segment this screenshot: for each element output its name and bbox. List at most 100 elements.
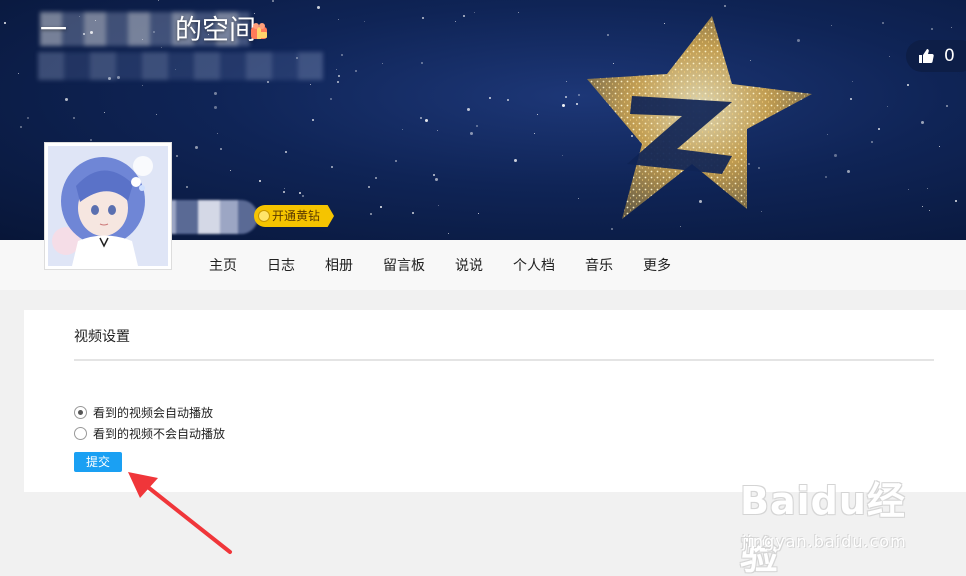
star-dot xyxy=(946,105,948,107)
star-dot xyxy=(433,174,435,176)
nav-home[interactable]: 主页 xyxy=(209,240,237,290)
star-dot xyxy=(474,12,475,13)
radio-autoplay-off[interactable] xyxy=(74,427,87,440)
star-dot xyxy=(882,22,884,24)
nav-message-board[interactable]: 留言板 xyxy=(383,240,425,290)
star-dot xyxy=(299,192,301,194)
star-dot xyxy=(312,119,314,121)
star-dot xyxy=(259,180,261,182)
star-dot xyxy=(834,154,837,157)
divider xyxy=(74,359,934,361)
star-dot xyxy=(186,186,188,188)
open-yellow-diamond-button[interactable]: 开通黄钻 xyxy=(254,205,335,227)
star-dot xyxy=(448,233,449,234)
star-dot xyxy=(887,106,888,107)
star-dot xyxy=(889,56,890,57)
page-root: 一 的空间 0 开通黄钻 主页 日志 相册 留言板 说说 个人档 音乐 更多 视… xyxy=(0,0,966,576)
star-dot xyxy=(908,189,909,190)
star-dot xyxy=(438,205,439,206)
star-dot xyxy=(537,114,538,115)
star-dot xyxy=(176,155,178,157)
thumbs-up-icon xyxy=(919,49,934,63)
star-dot xyxy=(562,104,565,107)
star-dot xyxy=(476,125,478,127)
star-dot xyxy=(156,114,157,115)
option-autoplay-on[interactable]: 看到的视频会自动播放 xyxy=(74,404,213,421)
qzone-star-logo xyxy=(587,16,812,219)
star-dot xyxy=(827,134,828,135)
star-dot xyxy=(402,129,403,130)
star-dot xyxy=(341,54,343,56)
star-dot xyxy=(337,81,339,83)
star-dot xyxy=(355,70,357,72)
vip-gift-icon[interactable] xyxy=(249,22,269,40)
star-dot xyxy=(489,97,491,99)
star-dot xyxy=(852,81,853,82)
nav-more[interactable]: 更多 xyxy=(643,240,671,290)
star-dot xyxy=(230,170,231,171)
star-dot xyxy=(825,176,827,178)
star-dot xyxy=(330,98,332,100)
nav-blog[interactable]: 日志 xyxy=(267,240,295,290)
star-dot xyxy=(310,84,311,85)
star-dot xyxy=(534,133,535,134)
star-dot xyxy=(507,99,509,101)
option-autoplay-off[interactable]: 看到的视频不会自动播放 xyxy=(74,425,225,442)
star-dot xyxy=(20,126,22,128)
star-dot xyxy=(73,117,75,119)
star-dot xyxy=(922,206,923,207)
star-dot xyxy=(214,106,217,109)
star-dot xyxy=(370,213,372,215)
option-label: 看到的视频会自动播放 xyxy=(93,406,214,420)
star-dot xyxy=(338,19,339,20)
star-dot xyxy=(380,206,382,208)
star-dot xyxy=(907,84,909,86)
star-dot xyxy=(955,200,957,202)
star-dot xyxy=(878,128,880,130)
avatar[interactable] xyxy=(44,142,172,270)
star-dot xyxy=(566,81,567,82)
submit-button[interactable]: 提交 xyxy=(74,452,122,472)
star-dot xyxy=(478,213,479,214)
star-dot xyxy=(939,146,940,147)
star-dot xyxy=(831,25,832,26)
star-dot xyxy=(18,73,19,74)
radio-autoplay-on[interactable] xyxy=(74,406,87,419)
like-button[interactable]: 0 xyxy=(906,40,966,72)
star-dot xyxy=(368,186,370,188)
star-dot xyxy=(217,133,218,134)
star-dot xyxy=(435,178,438,181)
yellow-diamond-label: 开通黄钻 xyxy=(272,209,321,223)
star-dot xyxy=(267,81,269,83)
star-dot xyxy=(463,15,465,17)
star-dot xyxy=(104,112,105,113)
star-dot xyxy=(437,130,438,131)
star-dot xyxy=(931,28,933,30)
star-dot xyxy=(214,92,217,95)
nav-moments[interactable]: 说说 xyxy=(455,240,483,290)
star-dot xyxy=(847,170,850,173)
star-dot xyxy=(220,148,222,150)
star-dot xyxy=(4,22,6,24)
like-count: 0 xyxy=(944,46,955,66)
star-dot xyxy=(158,0,159,1)
nav-profile[interactable]: 个人档 xyxy=(513,240,555,290)
star-dot xyxy=(285,151,287,153)
star-dot xyxy=(518,12,519,13)
star-dot xyxy=(421,62,423,64)
star-dot xyxy=(470,132,473,135)
star-dot xyxy=(412,212,414,214)
nav-album[interactable]: 相册 xyxy=(325,240,353,290)
watermark-logo: Baidu经验 xyxy=(740,479,906,576)
star-dot xyxy=(382,63,383,64)
star-dot xyxy=(565,96,567,98)
star-dot xyxy=(284,188,285,189)
baidu-jingyan-watermark: Baidu经验 jingyan.baidu.com xyxy=(740,470,940,576)
star-dot xyxy=(142,85,143,86)
star-dot xyxy=(364,21,365,22)
star-dot xyxy=(272,0,274,2)
star-dot xyxy=(317,6,320,9)
nav-music[interactable]: 音乐 xyxy=(585,240,613,290)
star-dot xyxy=(420,117,422,119)
star-dot xyxy=(562,155,563,156)
